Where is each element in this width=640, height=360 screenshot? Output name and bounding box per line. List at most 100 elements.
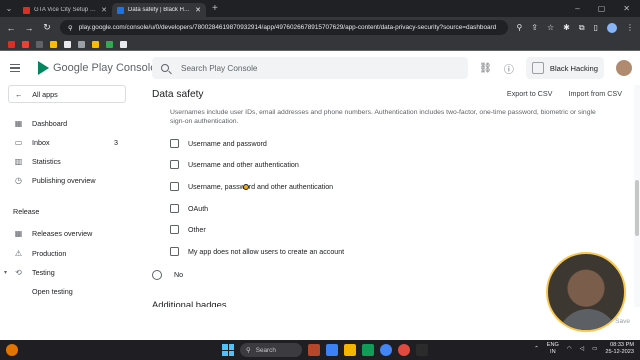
sidebar-item-releases-overview[interactable]: ▦ Releases overview (0, 226, 135, 240)
all-apps-label: All apps (32, 89, 58, 99)
tab-search-icon[interactable]: ⌄ (0, 0, 18, 17)
language-indicator[interactable]: ENG IN (547, 342, 559, 355)
option-label: OAuth (188, 204, 209, 213)
volume-icon[interactable]: ◁ (580, 346, 584, 352)
bookmark-icon[interactable] (8, 40, 15, 48)
tray-chevron-icon[interactable]: ⌃ (534, 346, 539, 352)
close-tab-icon[interactable]: ✕ (195, 6, 201, 14)
taskbar-app-icon[interactable] (416, 344, 428, 356)
option-oauth[interactable]: OAuth (170, 204, 208, 213)
additional-badges-heading: Additional badges (152, 299, 227, 307)
taskbar-search[interactable]: ⚲ Search (240, 343, 302, 357)
page-title: Data safety (152, 89, 204, 100)
close-tab-icon[interactable]: ✕ (101, 6, 107, 14)
back-button[interactable]: ← (6, 23, 16, 33)
profile-avatar[interactable] (607, 22, 617, 33)
page-scrollbar[interactable] (634, 85, 640, 307)
close-window-icon[interactable]: ✕ (623, 4, 630, 13)
reload-button[interactable]: ↻ (42, 22, 52, 33)
extension-icon[interactable]: ✱ (563, 23, 570, 32)
hamburger-menu-icon[interactable] (10, 64, 40, 72)
bookmark-icon[interactable] (22, 40, 29, 48)
weather-icon[interactable] (6, 344, 18, 356)
option-username-other-auth[interactable]: Username and other authentication (170, 160, 299, 169)
scrollbar-thumb[interactable] (635, 180, 639, 236)
puzzle-icon[interactable]: ⧉ (579, 23, 585, 33)
checkbox[interactable] (170, 204, 179, 213)
play-console-logo[interactable]: Google Play Console (38, 61, 156, 75)
address-bar[interactable]: ⚲ play.google.com/console/u/0/developers… (60, 20, 509, 35)
url-text: play.google.com/console/u/0/developers/7… (78, 24, 497, 31)
account-switcher[interactable]: Black Hacking (525, 57, 604, 79)
radio-no[interactable]: No (152, 270, 183, 280)
checkbox[interactable] (170, 182, 179, 191)
presenter-image (558, 309, 618, 330)
checkbox[interactable] (170, 225, 179, 234)
production-icon: ⚠ (14, 248, 23, 258)
sidebar-item-inbox[interactable]: ▭ Inbox 3 (0, 135, 135, 149)
bookmark-icon[interactable] (36, 40, 43, 48)
taskbar-app-icon[interactable] (326, 344, 338, 356)
sidebar-item-label: Publishing overview (32, 175, 96, 185)
export-csv-button[interactable]: Export to CSV (507, 89, 553, 98)
taskbar-app-icon[interactable] (398, 344, 410, 356)
sidebar-item-testing[interactable]: ▾ ⟲ Testing (0, 265, 135, 279)
option-other[interactable]: Other (170, 225, 206, 234)
option-label: Username, password and other authenticat… (188, 182, 334, 191)
browser-tab-1[interactable]: GTA Vice City Setup Free Dow... ✕ (18, 3, 112, 17)
system-tray: ⌃ ENG IN ◠ ◁ ▭ 08:33 PM 25-12-2023 (534, 342, 634, 355)
chrome-icon[interactable] (380, 344, 392, 356)
clock[interactable]: 08:33 PM 25-12-2023 (605, 342, 634, 355)
windows-start-icon[interactable] (222, 344, 234, 356)
import-csv-button[interactable]: Import from CSV (568, 89, 622, 98)
window-controls: – ▢ ✕ (575, 4, 640, 13)
maximize-icon[interactable]: ▢ (598, 4, 606, 13)
sidepanel-icon[interactable]: ▯ (594, 23, 598, 32)
search-input[interactable]: Search Play Console (152, 57, 468, 79)
bookmark-icon[interactable] (64, 40, 71, 48)
browser-toolbar: ← → ↻ ⚲ play.google.com/console/u/0/deve… (0, 17, 640, 38)
link-icon[interactable]: ⛓ (479, 63, 492, 74)
sidebar-item-statistics[interactable]: ▥ Statistics (0, 154, 135, 168)
file-explorer-icon[interactable] (344, 344, 356, 356)
checkbox[interactable] (170, 160, 179, 169)
taskbar-center: ⚲ Search (222, 343, 428, 357)
bookmark-icon[interactable] (78, 40, 85, 48)
wifi-icon[interactable]: ◠ (567, 346, 572, 352)
sidebar-item-dashboard[interactable]: ▦ Dashboard (0, 116, 135, 130)
inbox-icon: ▭ (14, 137, 23, 147)
bookmark-star-icon[interactable]: ☆ (547, 23, 554, 32)
radio-button[interactable] (152, 270, 162, 280)
battery-icon[interactable]: ▭ (592, 346, 597, 352)
new-tab-button[interactable]: + (212, 3, 218, 14)
bookmark-icon[interactable] (50, 40, 57, 48)
option-username-password-other-auth[interactable]: Username, password and other authenticat… (170, 182, 333, 191)
user-avatar[interactable] (616, 60, 632, 76)
option-no-account-creation[interactable]: My app does not allow users to create an… (170, 247, 344, 256)
minimize-icon[interactable]: – (575, 4, 579, 13)
browser-tab-2[interactable]: Data safety | Black Hacking ✕ (112, 3, 206, 17)
bookmark-icon[interactable] (106, 40, 113, 48)
zoom-icon[interactable]: ⚲ (516, 23, 522, 32)
save-button[interactable]: Save (615, 318, 630, 325)
checkbox[interactable] (170, 139, 179, 148)
mouse-cursor-icon (243, 184, 249, 190)
page-actions: Export to CSV Import from CSV (507, 89, 622, 98)
taskbar-app-icon[interactable] (362, 344, 374, 356)
help-icon[interactable]: ⓘ (504, 61, 514, 76)
option-username-password[interactable]: Username and password (170, 139, 267, 148)
sidebar-item-production[interactable]: ⚠ Production (0, 246, 135, 260)
menu-icon[interactable]: ⋮ (626, 23, 634, 32)
inbox-count-badge: 3 (114, 137, 118, 147)
bookmark-icon[interactable] (120, 40, 127, 48)
sidebar-item-label: Testing (32, 267, 55, 277)
share-icon[interactable]: ⇪ (531, 23, 538, 32)
taskbar-app-icon[interactable] (308, 344, 320, 356)
bookmark-icon[interactable] (92, 40, 99, 48)
sidebar-item-publishing-overview[interactable]: ◷ Publishing overview (0, 173, 135, 187)
sidebar-item-open-testing[interactable]: Open testing (0, 284, 135, 298)
all-apps-button[interactable]: ← All apps (8, 85, 126, 103)
forward-button[interactable]: → (24, 23, 34, 33)
site-info-icon[interactable]: ⚲ (68, 24, 73, 32)
checkbox[interactable] (170, 247, 179, 256)
